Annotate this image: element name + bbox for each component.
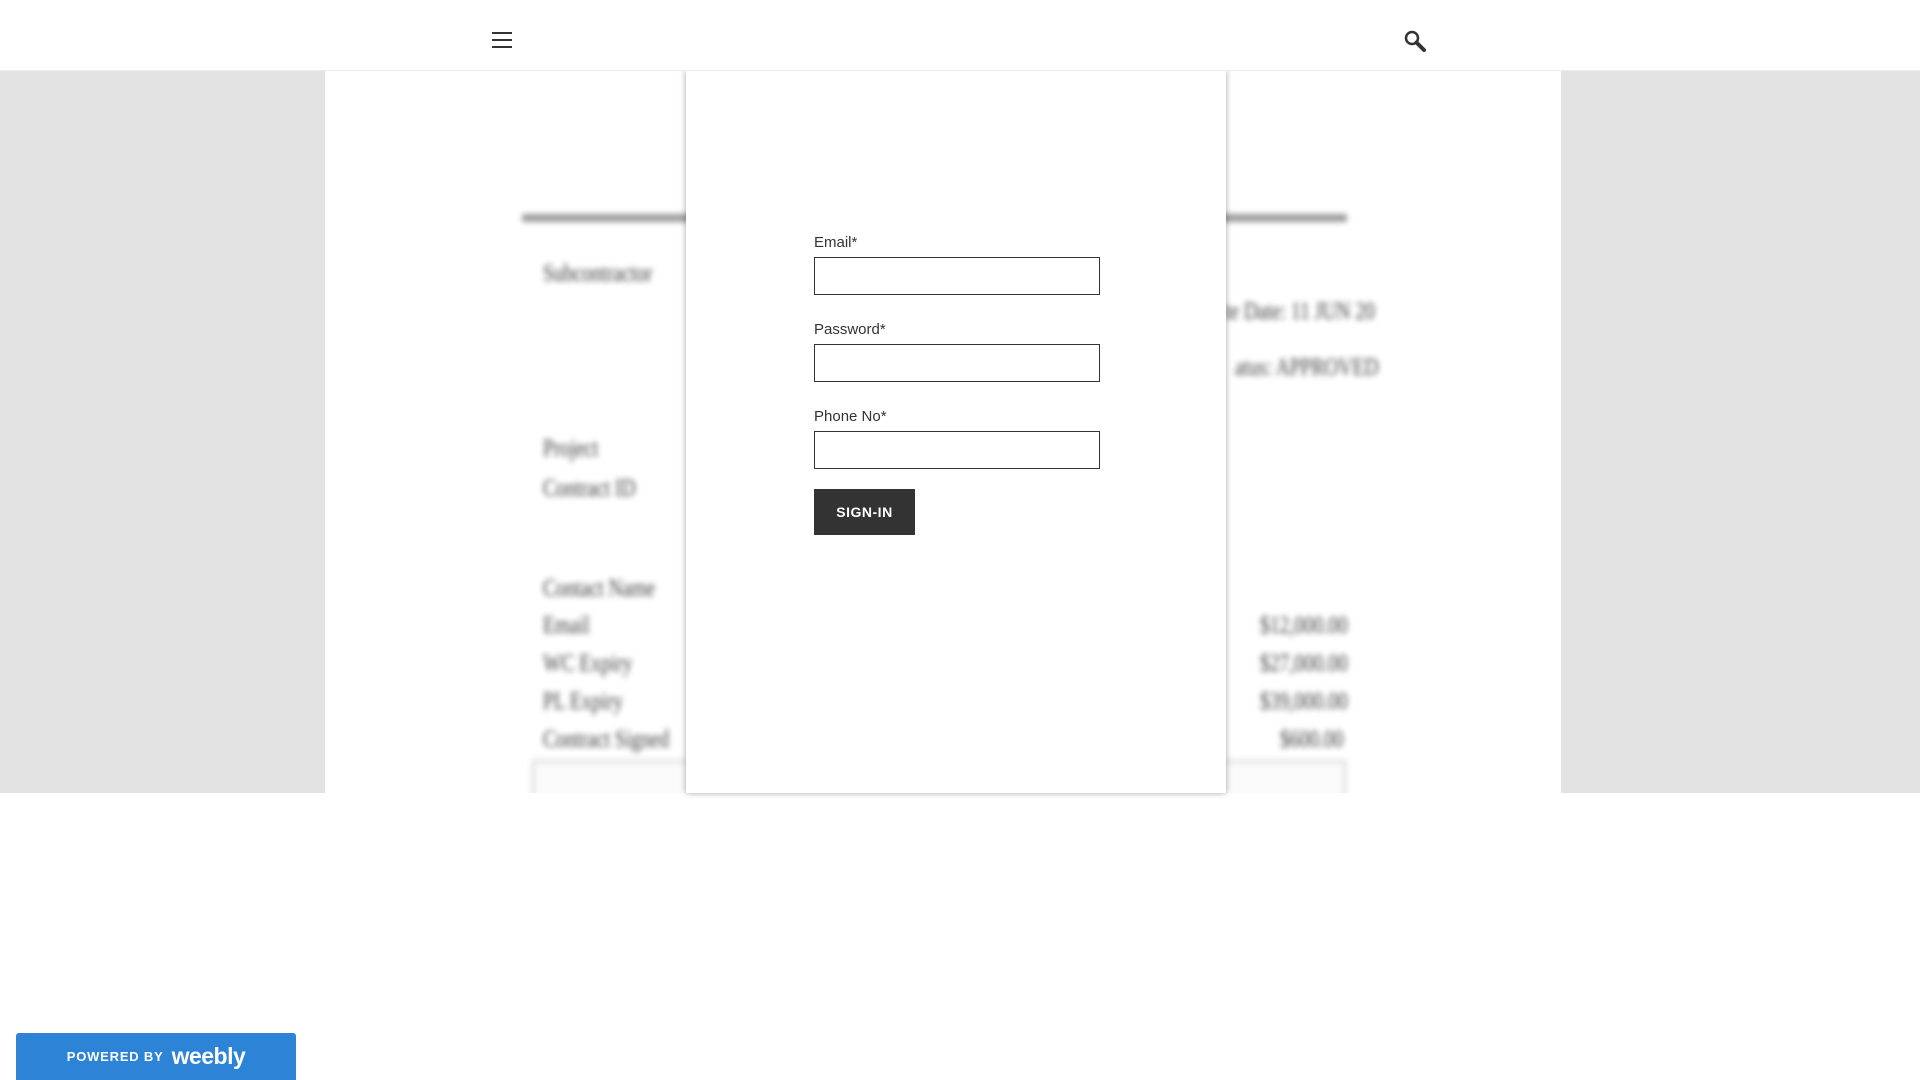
doc-right-text: te Date: 11 JUN 20 — [1225, 298, 1375, 325]
password-input[interactable] — [814, 344, 1100, 382]
doc-label: PL Expiry — [543, 688, 623, 715]
page: Subcontractor Project Contract ID Contac… — [0, 0, 1920, 1080]
doc-label: Subcontractor — [543, 260, 653, 287]
powered-by-weebly-badge[interactable]: POWERED BY weebly — [16, 1033, 296, 1080]
doc-label: WC Expiry — [543, 650, 633, 677]
login-modal: Email* Password* Phone No* SIGN-IN — [686, 70, 1226, 793]
doc-amount: $600.00 — [1280, 726, 1344, 753]
doc-amount: $12,000.00 — [1260, 612, 1348, 639]
site-header — [0, 0, 1920, 71]
doc-amount: $27,000.00 — [1260, 650, 1348, 677]
doc-right-text: atus: APPROVED — [1235, 354, 1379, 381]
login-form: Email* Password* Phone No* SIGN-IN — [814, 234, 1104, 535]
doc-amount: $39,000.00 — [1260, 688, 1348, 715]
doc-label: Contract ID — [543, 475, 636, 502]
hamburger-menu-icon[interactable] — [490, 30, 514, 50]
doc-label: Contract Signed — [543, 726, 670, 753]
phone-input[interactable] — [814, 431, 1100, 469]
doc-label: Project — [543, 435, 599, 462]
email-input[interactable] — [814, 257, 1100, 295]
sign-in-button[interactable]: SIGN-IN — [814, 489, 915, 535]
phone-label: Phone No* — [814, 408, 887, 425]
badge-powered-text: POWERED BY — [66, 1049, 164, 1064]
email-label: Email* — [814, 234, 858, 251]
search-icon[interactable] — [1402, 28, 1430, 56]
doc-label: Contact Name — [543, 575, 656, 602]
weebly-logo: weebly — [171, 1043, 246, 1069]
password-label: Password* — [814, 321, 886, 338]
doc-label: Email — [543, 612, 590, 639]
